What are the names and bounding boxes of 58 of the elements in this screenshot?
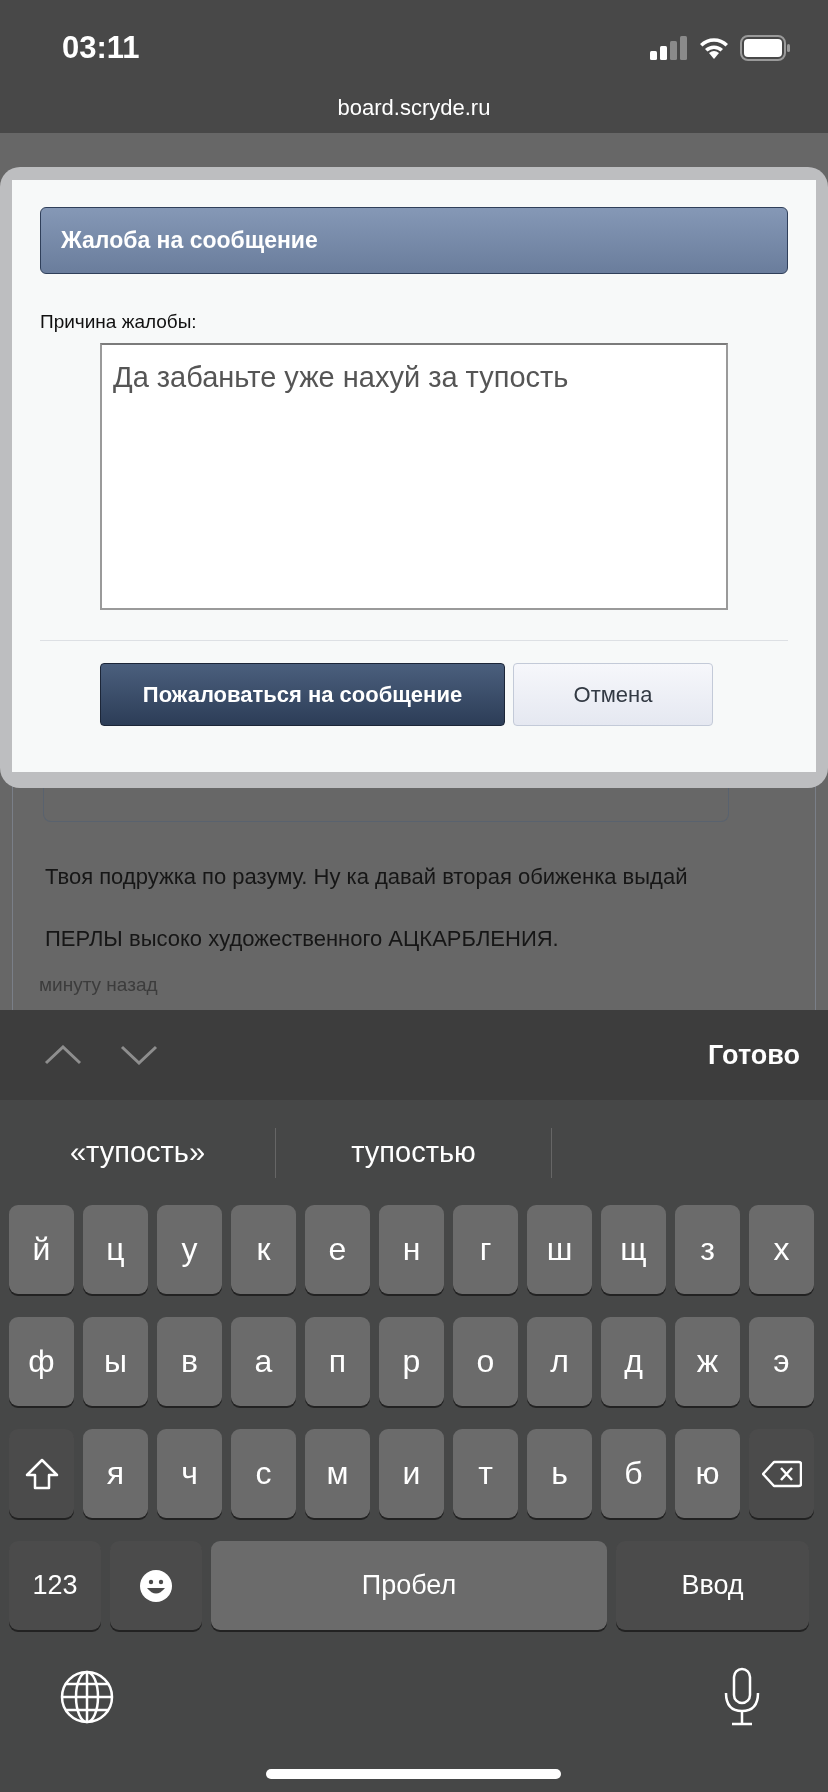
cancel-button[interactable]: Отмена (513, 663, 713, 726)
reason-label: Причина жалобы: (40, 311, 198, 333)
letter-key[interactable]: о (453, 1317, 518, 1406)
battery-icon (740, 34, 790, 61)
letter-key[interactable]: х (749, 1205, 814, 1294)
suggestion[interactable]: «тупость» (0, 1136, 275, 1169)
globe-icon[interactable] (59, 1669, 115, 1725)
shift-key[interactable] (9, 1429, 74, 1518)
suggestion[interactable]: тупостью (276, 1136, 551, 1169)
microphone-icon[interactable] (722, 1667, 762, 1727)
letter-key[interactable]: щ (601, 1205, 666, 1294)
letter-key[interactable]: б (601, 1429, 666, 1518)
chevron-up-icon[interactable] (44, 1045, 82, 1065)
status-time: 03:11 (62, 29, 140, 66)
letter-key[interactable]: и (379, 1429, 444, 1518)
letter-key[interactable]: м (305, 1429, 370, 1518)
reason-field[interactable]: Да забаньте уже нахуй за тупость (100, 343, 728, 610)
chevron-down-icon[interactable] (120, 1045, 158, 1065)
letter-key[interactable]: к (231, 1205, 296, 1294)
space-key[interactable]: Пробел (211, 1541, 607, 1630)
letter-key[interactable]: ш (527, 1205, 592, 1294)
letter-key[interactable]: п (305, 1317, 370, 1406)
letter-key[interactable]: т (453, 1429, 518, 1518)
wifi-icon (698, 35, 730, 60)
dialog-title: Жалоба на сообщение (40, 207, 788, 274)
letter-key[interactable]: ц (83, 1205, 148, 1294)
letter-key[interactable]: д (601, 1317, 666, 1406)
letter-key[interactable]: в (157, 1317, 222, 1406)
letter-key[interactable]: л (527, 1317, 592, 1406)
report-button[interactable]: Пожаловаться на сообщение (100, 663, 505, 726)
backspace-icon (761, 1459, 802, 1488)
letter-key[interactable]: у (157, 1205, 222, 1294)
shift-icon (24, 1457, 59, 1490)
post-text: Твоя подружка по разуму. Ну ка давай вторая обиженка выдай ПЕРЛЫ высоко художественного АЦКАРБЛЕНИЯ. (45, 863, 689, 953)
letter-key[interactable]: с (231, 1429, 296, 1518)
done-button[interactable]: Готово (708, 1039, 800, 1071)
letter-key[interactable]: ф (9, 1317, 74, 1406)
backspace-key[interactable] (749, 1429, 814, 1518)
numbers-key[interactable]: 123 (9, 1541, 101, 1630)
letter-key[interactable]: а (231, 1317, 296, 1406)
smiley-icon (139, 1568, 173, 1603)
return-key[interactable]: Ввод (616, 1541, 809, 1630)
letter-key[interactable]: г (453, 1205, 518, 1294)
letter-key[interactable]: я (83, 1429, 148, 1518)
letter-key[interactable]: ь (527, 1429, 592, 1518)
signal-icon (650, 35, 688, 60)
letter-key[interactable]: э (749, 1317, 814, 1406)
letter-key[interactable]: н (379, 1205, 444, 1294)
letter-key[interactable]: й (9, 1205, 74, 1294)
letter-key[interactable]: з (675, 1205, 740, 1294)
letter-key[interactable]: р (379, 1317, 444, 1406)
letter-key[interactable]: е (305, 1205, 370, 1294)
address-url[interactable]: board.scryde.ru (337, 95, 491, 121)
emoji-key[interactable] (110, 1541, 202, 1630)
letter-key[interactable]: ч (157, 1429, 222, 1518)
letter-key[interactable]: ы (83, 1317, 148, 1406)
letter-key[interactable]: ю (675, 1429, 740, 1518)
letter-key[interactable]: ж (675, 1317, 740, 1406)
